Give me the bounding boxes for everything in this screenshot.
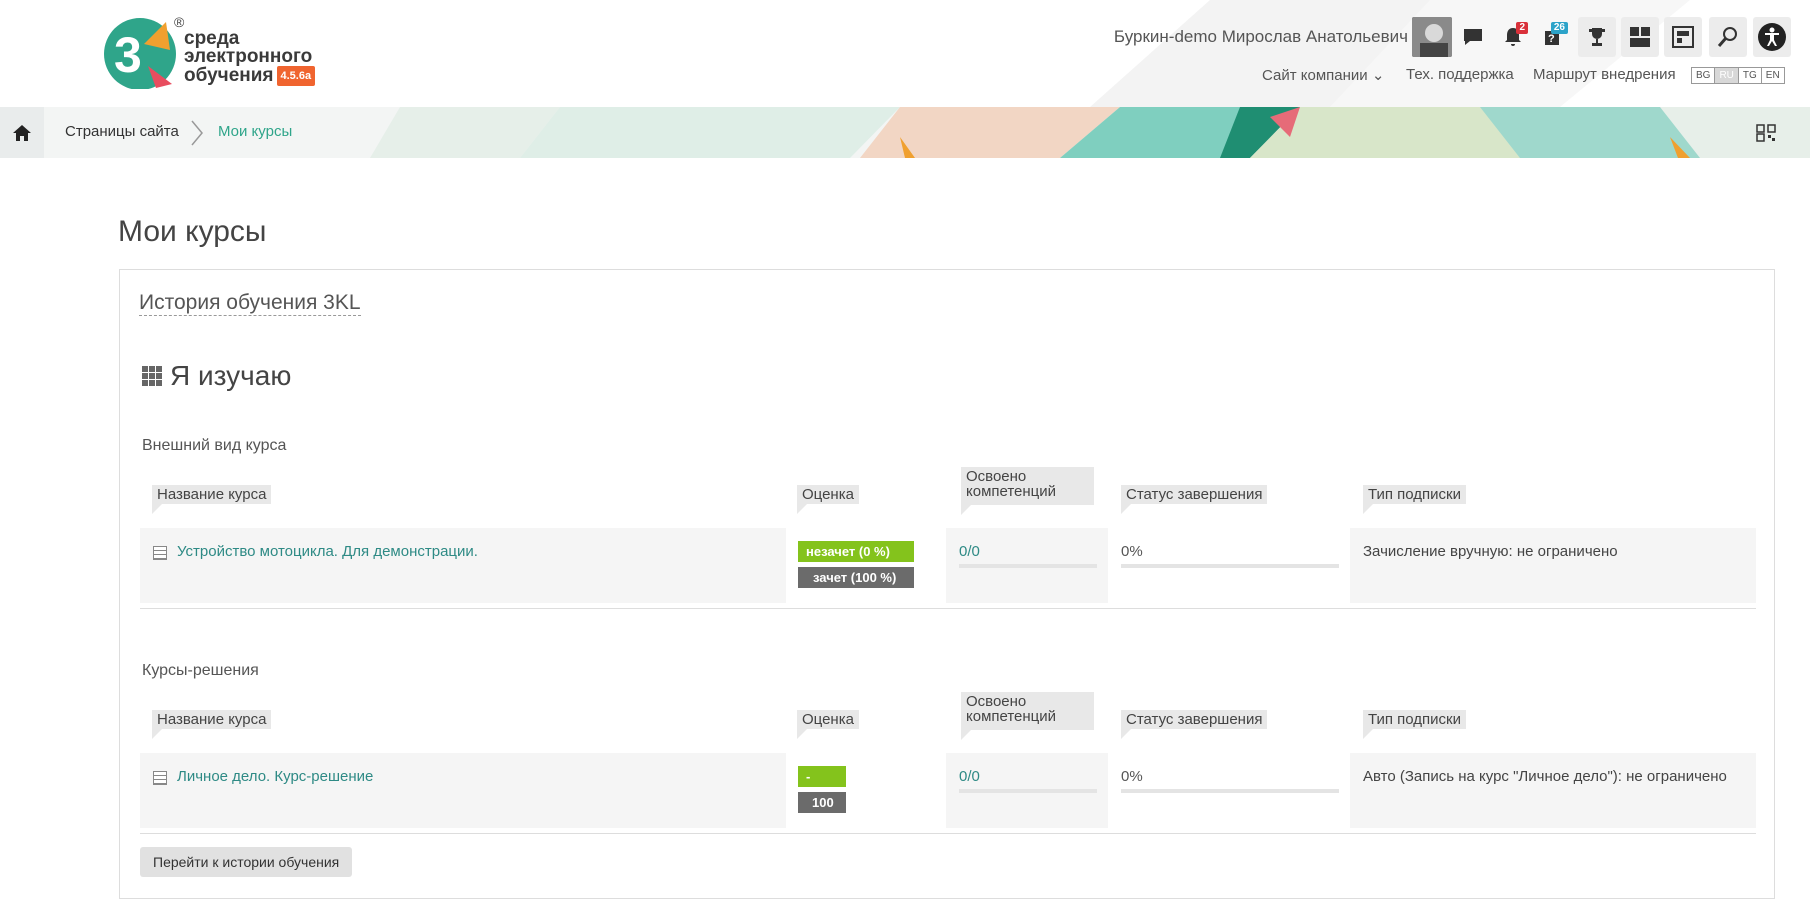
breadcrumb-my-courses[interactable]: Мои курсы [218,123,292,140]
course-table-icon [153,771,167,785]
header: 3 ® среда электронного обучения 4.5.6a Бу… [0,0,1810,107]
lang-en[interactable]: EN [1760,67,1785,84]
competencies-value[interactable]: 0/0 [959,768,980,785]
competencies-value[interactable]: 0/0 [959,543,980,560]
block-title[interactable]: История обучения 3KL [139,291,361,316]
avatar[interactable] [1412,17,1452,57]
row-divider [140,608,1756,609]
grade-pass-badge: зачет (100 %) [798,567,914,588]
column-completion-status: Статус завершения [1121,710,1268,739]
column-grade: Оценка [797,710,859,739]
lang-tg[interactable]: TG [1737,67,1762,84]
home-icon[interactable] [0,107,44,158]
dashboard-icon[interactable] [1621,17,1659,57]
course-link[interactable]: Личное дело. Курс-решение [177,768,373,785]
completion-value: 0% [1121,768,1143,785]
svg-text:?: ? [1548,33,1555,45]
subscription-type: Зачисление вручную: не ограничено [1363,543,1618,560]
language-switcher: BG RU TG EN [1691,67,1785,84]
notifications-icon[interactable]: 2 [1494,17,1532,57]
course-link[interactable]: Устройство мотоцикла. Для демонстрации. [177,543,478,560]
chevron-right-icon [191,120,203,146]
competencies-progress [959,564,1097,568]
grade-current-badge: незачет (0 %) [798,541,914,562]
go-to-history-button[interactable]: Перейти к истории обучения [140,847,353,877]
svg-text:3: 3 [114,27,142,83]
nav-company-site[interactable]: Сайт компании ⌄ [1262,66,1384,84]
competencies-progress [959,789,1097,793]
search-icon[interactable] [1709,17,1747,57]
column-grade: Оценка [797,485,859,514]
table-cell [1350,528,1756,603]
accessibility-icon[interactable] [1753,17,1791,57]
column-course-name: Название курса [152,485,272,514]
completion-progress [1121,789,1339,793]
nav-implementation-route[interactable]: Маршрут внедрения [1533,66,1676,83]
questions-icon[interactable]: ? 26 [1534,17,1572,57]
breadcrumb: Страницы сайта Мои курсы [0,107,1810,158]
chevron-down-icon: ⌄ [1371,67,1385,84]
column-competencies: Освоено компетенций [961,692,1094,740]
column-subscription-type: Тип подписки [1363,485,1467,514]
version-badge: 4.5.6a [276,66,316,86]
completion-value: 0% [1121,543,1143,560]
subscription-type: Авто (Запись на курс "Личное дело"): не … [1363,768,1727,785]
group-title: Курсы-решения [142,662,259,679]
grade-pass-badge: 100 [798,792,846,813]
lang-bg[interactable]: BG [1691,67,1716,84]
breadcrumb-site-pages[interactable]: Страницы сайта [65,123,179,140]
row-divider [140,833,1756,834]
trophy-icon[interactable] [1578,17,1616,57]
messages-icon[interactable] [1454,17,1492,57]
table-row [140,753,786,828]
column-competencies: Освоено компетенций [961,467,1094,515]
notifications-badge: 2 [1516,22,1528,34]
column-subscription-type: Тип подписки [1363,710,1467,739]
logo-text: среда электронного обучения 4.5.6a [184,29,316,86]
qr-code-icon[interactable] [1756,124,1776,147]
column-course-name: Название курса [152,710,272,739]
grade-current-badge: - [798,766,846,787]
course-table-icon [153,546,167,560]
layout-icon[interactable] [1664,17,1702,57]
table-cell [1350,753,1756,828]
section-title: Я изучаю [142,360,291,392]
table-row [140,528,786,603]
lang-ru[interactable]: RU [1714,67,1739,84]
column-completion-status: Статус завершения [1121,485,1268,514]
page-title: Мои курсы [118,215,267,248]
group-title: Внешний вид курса [142,437,287,454]
logo-registered-mark: ® [174,14,185,30]
user-name[interactable]: Буркин-demo Мирослав Анатольевич [1114,27,1408,47]
completion-progress [1121,564,1339,568]
grid-icon [142,366,162,386]
questions-badge: 26 [1550,22,1568,34]
nav-tech-support[interactable]: Тех. поддержка [1406,66,1514,83]
